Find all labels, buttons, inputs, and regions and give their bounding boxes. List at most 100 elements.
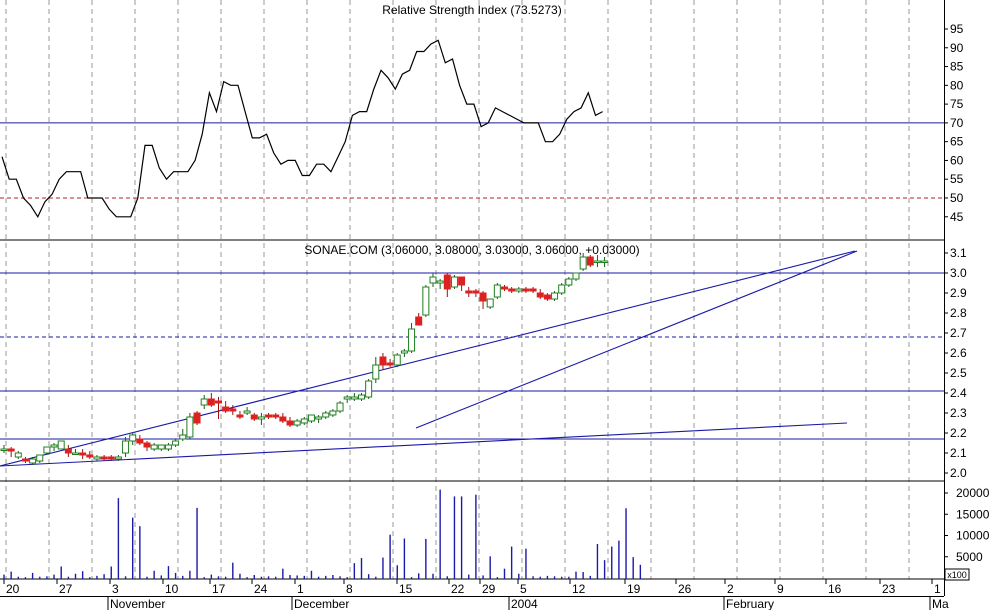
candle-body xyxy=(164,444,172,450)
candle-body xyxy=(229,408,237,412)
candle-body xyxy=(64,448,72,454)
candle-body xyxy=(79,452,87,456)
candle-body xyxy=(236,414,244,418)
stock-chart: Relative Strength Index (73.5273) 959085… xyxy=(0,0,994,610)
candle xyxy=(558,283,566,295)
x-tick-label: 16 xyxy=(828,582,842,596)
candle xyxy=(565,277,573,287)
candle-body xyxy=(100,456,108,460)
rsi-tick-label: 55 xyxy=(950,172,964,186)
rsi-tick-label: 75 xyxy=(950,97,964,111)
candle-body xyxy=(350,396,358,400)
candle-body xyxy=(243,410,251,414)
candle-body xyxy=(479,292,487,302)
candle-body xyxy=(107,456,115,460)
month-label: November xyxy=(110,597,165,610)
candle-body xyxy=(365,380,373,398)
volume-unit-label: x100 xyxy=(947,570,967,580)
x-tick-label: 27 xyxy=(59,582,73,596)
candle-body xyxy=(72,452,79,455)
candle-body xyxy=(0,448,8,451)
x-tick-label: 15 xyxy=(399,582,413,596)
candle-body xyxy=(543,294,551,300)
x-tick-label: 3 xyxy=(112,582,119,596)
volume-tick-label: 15000 xyxy=(956,507,990,521)
candle-body xyxy=(143,442,151,448)
candle-body xyxy=(565,278,573,286)
candle-body xyxy=(14,452,22,458)
candle-body xyxy=(586,256,594,266)
price-tick-label: 2.6 xyxy=(950,346,967,360)
candle-body xyxy=(36,454,44,462)
candle xyxy=(186,413,194,439)
candle-body xyxy=(43,446,51,454)
candle-body xyxy=(279,416,287,422)
candle-body xyxy=(386,362,394,366)
candle-body xyxy=(179,434,187,440)
candle-body xyxy=(21,458,29,462)
x-tick-label: 29 xyxy=(482,582,496,596)
x-tick-label: 23 xyxy=(882,582,896,596)
candle-body xyxy=(408,328,416,352)
price-tick-label: 2.1 xyxy=(950,446,967,460)
x-tick-label: 12 xyxy=(572,582,586,596)
candle-body xyxy=(393,354,401,366)
candle-body xyxy=(415,316,423,326)
candle-body xyxy=(572,272,580,280)
candle-body xyxy=(515,288,523,292)
candle-body xyxy=(329,410,337,416)
price-tick-label: 2.2 xyxy=(950,426,967,440)
candle-body xyxy=(257,416,265,420)
candle-body xyxy=(186,416,194,438)
rsi-tick-label: 65 xyxy=(950,135,964,149)
candle-body xyxy=(307,414,315,422)
x-tick-label: 17 xyxy=(212,582,226,596)
rsi-tick-label: 85 xyxy=(950,60,964,74)
candle-body xyxy=(508,288,516,292)
x-tick-label: 1 xyxy=(934,582,941,596)
candle-body xyxy=(422,286,430,316)
candle-body xyxy=(579,256,587,270)
x-tick-label: 1 xyxy=(297,582,304,596)
candle xyxy=(493,283,501,299)
candle-body xyxy=(558,284,566,294)
price-tick-label: 3.1 xyxy=(950,246,967,260)
candle-body xyxy=(551,292,559,300)
rsi-tick-label: 70 xyxy=(950,116,964,130)
candle-body xyxy=(300,418,308,424)
candle-body xyxy=(114,456,122,460)
candle-body xyxy=(465,290,473,294)
rsi-title: Relative Strength Index (73.5273) xyxy=(382,3,561,17)
volume-tick-label: 10000 xyxy=(956,529,990,543)
x-tick-label: 19 xyxy=(627,582,641,596)
candle-body xyxy=(593,260,601,263)
x-tick-label: 26 xyxy=(678,582,692,596)
candle-body xyxy=(29,458,37,464)
candle-body xyxy=(122,440,130,454)
candle-body xyxy=(265,414,273,418)
candle-body xyxy=(93,456,101,460)
candle-body xyxy=(57,440,65,450)
rsi-tick-label: 60 xyxy=(950,153,964,167)
price-tick-label: 2.4 xyxy=(950,386,967,400)
x-tick-label: 8 xyxy=(346,582,353,596)
candle xyxy=(551,291,559,301)
candle-body xyxy=(157,444,165,450)
candle xyxy=(422,285,430,317)
candle xyxy=(450,275,458,289)
candle-body xyxy=(293,420,301,426)
candle-body xyxy=(472,290,480,294)
rsi-tick-label: 50 xyxy=(950,191,964,205)
candle-body xyxy=(150,444,158,450)
candle-body xyxy=(436,280,444,284)
price-title: SONAE.COM (3.06000, 3.08000, 3.03000, 3.… xyxy=(304,243,639,257)
month-label: Ma xyxy=(932,597,949,610)
candle-body xyxy=(358,394,365,400)
candle-body xyxy=(50,444,58,448)
rsi-tick-label: 45 xyxy=(950,210,964,224)
rsi-tick-label: 95 xyxy=(950,22,964,36)
candle-body xyxy=(343,396,351,400)
candle-body xyxy=(372,364,380,380)
candle-body xyxy=(493,284,501,298)
candle-body xyxy=(443,274,451,290)
